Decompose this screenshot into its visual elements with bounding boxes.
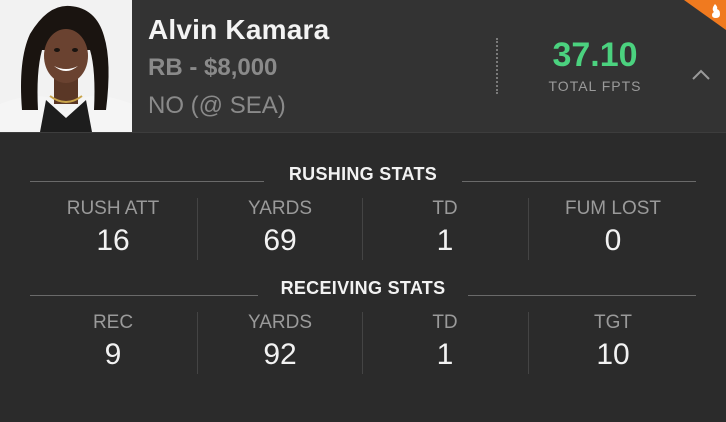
stat-label: TGT bbox=[594, 312, 632, 333]
chevron-up-icon[interactable] bbox=[690, 64, 712, 86]
matchup: NO (@ SEA) bbox=[148, 92, 286, 119]
stat-label: TD bbox=[432, 198, 458, 219]
header-divider bbox=[496, 38, 498, 94]
column-divider bbox=[528, 198, 529, 260]
rush-td-stat: TD 1 bbox=[362, 198, 528, 258]
total-fpts-label: TOTAL FPTS bbox=[548, 78, 642, 94]
rec-stat: REC 9 bbox=[30, 312, 196, 372]
rushing-line-right bbox=[462, 181, 696, 182]
stat-label: RUSH ATT bbox=[66, 198, 160, 219]
stat-value: 9 bbox=[104, 338, 122, 371]
rush-att-stat: RUSH ATT 16 bbox=[30, 198, 196, 258]
player-header: Alvin Kamara RB - $8,000 NO (@ SEA) 37.1… bbox=[0, 0, 726, 133]
column-divider bbox=[528, 312, 529, 374]
receiving-line-right bbox=[468, 295, 696, 296]
stat-value: 69 bbox=[263, 224, 297, 257]
stat-label: TD bbox=[432, 312, 458, 333]
flame-icon bbox=[684, 0, 726, 30]
stat-value: 10 bbox=[596, 338, 630, 371]
rec-yards-stat: YARDS 92 bbox=[197, 312, 363, 372]
player-name: Alvin Kamara bbox=[148, 14, 330, 45]
rec-td-stat: TD 1 bbox=[362, 312, 528, 372]
stat-value: 1 bbox=[436, 224, 454, 257]
player-photo bbox=[0, 0, 132, 132]
position-salary: RB - $8,000 bbox=[148, 54, 278, 81]
stat-value: 92 bbox=[263, 338, 297, 371]
stat-value: 1 bbox=[436, 338, 454, 371]
stat-value: 0 bbox=[604, 224, 622, 257]
stat-label: YARDS bbox=[247, 198, 313, 219]
stat-value: 16 bbox=[96, 224, 130, 257]
stat-label: REC bbox=[92, 312, 134, 333]
stat-label: YARDS bbox=[247, 312, 313, 333]
stat-label: FUM LOST bbox=[564, 198, 662, 219]
tgt-stat: TGT 10 bbox=[530, 312, 696, 372]
total-fpts-value: 37.10 bbox=[552, 36, 638, 74]
rush-yards-stat: YARDS 69 bbox=[197, 198, 363, 258]
fum-lost-stat: FUM LOST 0 bbox=[530, 198, 696, 258]
